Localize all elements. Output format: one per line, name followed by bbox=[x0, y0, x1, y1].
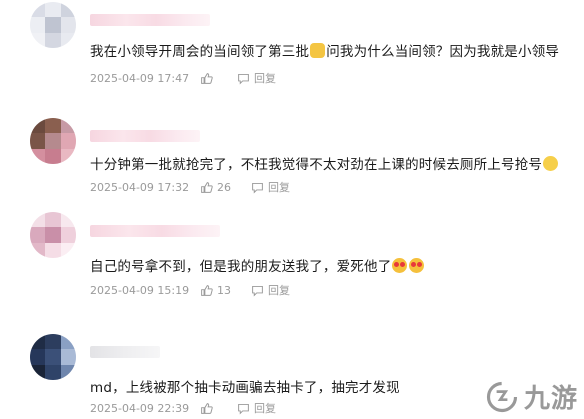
reply-button[interactable]: 回复 bbox=[237, 400, 276, 416]
thumbs-up-icon bbox=[201, 284, 213, 296]
thumbs-up-icon bbox=[201, 181, 213, 193]
username[interactable] bbox=[90, 14, 210, 26]
thumbs-up-icon bbox=[201, 402, 213, 414]
reply-icon bbox=[252, 182, 263, 194]
comment-text: 自己的号拿不到，但是我的朋友送我了，爱死他了 bbox=[90, 255, 425, 275]
avatar[interactable] bbox=[30, 212, 76, 258]
reply-icon bbox=[252, 285, 263, 297]
heart-eyes-emoji bbox=[392, 258, 408, 273]
comment-date: 2025-04-09 22:39 bbox=[90, 401, 190, 415]
nine-game-logo-icon bbox=[486, 381, 518, 412]
username[interactable] bbox=[90, 346, 160, 358]
comment-date: 2025-04-09 17:47 bbox=[90, 71, 190, 85]
like-button[interactable]: 13 bbox=[200, 284, 231, 297]
cat-face-emoji bbox=[310, 43, 326, 58]
comment-meta: 2025-04-09 17:47 回复 bbox=[90, 70, 296, 86]
comment-date: 2025-04-09 15:19 bbox=[90, 283, 190, 297]
avatar[interactable] bbox=[30, 118, 76, 164]
username[interactable] bbox=[90, 130, 200, 142]
comment-text: 十分钟第一批就抢完了，不枉我觉得不太对劲在上课的时候去厕所上号抢号 bbox=[90, 153, 559, 173]
reply-button[interactable]: 回复 bbox=[251, 282, 290, 298]
like-button[interactable] bbox=[200, 72, 217, 85]
comment-text: 我在小领导开周会的当间领了第三批 问我为什么当间领？因为我就是小领导 bbox=[90, 43, 560, 60]
avatar[interactable] bbox=[30, 2, 76, 48]
site-watermark: 九游 bbox=[484, 378, 578, 415]
comment-text: md，上线被那个抽卡动画骗去抽卡了，抽完才发现 bbox=[90, 380, 400, 396]
comment-meta: 2025-04-09 22:39 回复 bbox=[90, 400, 296, 416]
avatar[interactable] bbox=[30, 334, 76, 380]
comment-meta: 2025-04-09 17:32 26 回复 bbox=[90, 179, 310, 195]
reply-icon bbox=[238, 403, 249, 415]
reply-icon bbox=[238, 73, 249, 85]
thumbs-up-icon bbox=[201, 72, 213, 84]
heart-eyes-emoji bbox=[409, 258, 425, 273]
reply-button[interactable]: 回复 bbox=[251, 179, 290, 195]
reply-button[interactable]: 回复 bbox=[237, 70, 276, 86]
watermark-text: 九游 bbox=[523, 384, 578, 414]
like-button[interactable]: 26 bbox=[200, 181, 231, 194]
comment-date: 2025-04-09 17:32 bbox=[90, 180, 190, 194]
laughing-emoji bbox=[543, 156, 559, 171]
like-button[interactable] bbox=[200, 402, 217, 415]
username[interactable] bbox=[90, 225, 220, 237]
comment-meta: 2025-04-09 15:19 13 回复 bbox=[90, 282, 310, 298]
